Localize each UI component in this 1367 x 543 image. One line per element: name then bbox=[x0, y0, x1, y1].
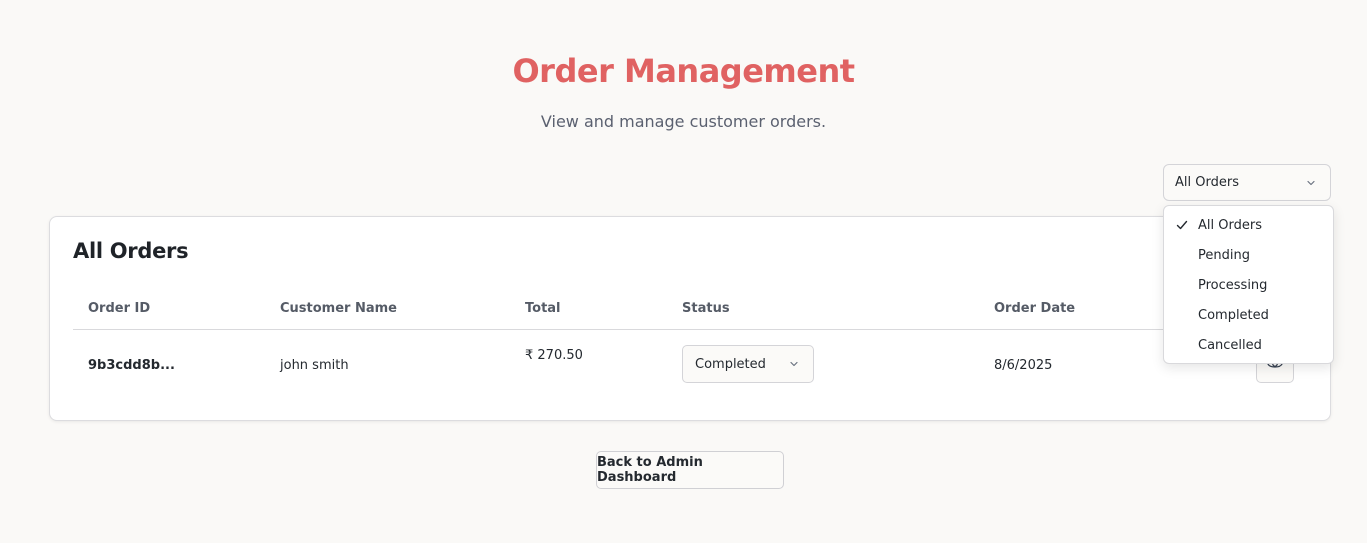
order-filter-select[interactable]: All Orders bbox=[1163, 164, 1331, 201]
table-row: 9b3cdd8b... john smith ₹ 270.50 Complete… bbox=[73, 330, 1309, 400]
filter-option-label: Completed bbox=[1198, 307, 1269, 323]
filter-option-label: Processing bbox=[1198, 277, 1268, 293]
filter-option-completed[interactable]: Completed bbox=[1164, 300, 1333, 330]
check-icon bbox=[1176, 220, 1188, 230]
column-header-order-id: Order ID bbox=[88, 301, 151, 316]
order-date-cell: 8/6/2025 bbox=[994, 358, 1053, 373]
order-filter-dropdown: All Orders Pending Processing Completed … bbox=[1163, 205, 1334, 364]
column-header-total: Total bbox=[525, 301, 561, 316]
filter-option-all-orders[interactable]: All Orders bbox=[1164, 210, 1333, 240]
orders-card: All Orders Order ID Customer Name Total … bbox=[49, 216, 1331, 421]
back-to-dashboard-button[interactable]: Back to Admin Dashboard bbox=[596, 451, 784, 489]
total-cell: ₹ 270.50 bbox=[525, 348, 583, 363]
order-filter-value: All Orders bbox=[1175, 175, 1239, 190]
filter-option-label: Cancelled bbox=[1198, 337, 1262, 353]
column-header-order-date: Order Date bbox=[994, 301, 1076, 316]
chevron-down-icon bbox=[790, 361, 798, 367]
filter-option-label: All Orders bbox=[1198, 217, 1262, 233]
filter-option-processing[interactable]: Processing bbox=[1164, 270, 1333, 300]
card-title: All Orders bbox=[73, 239, 189, 263]
order-id-cell: 9b3cdd8b... bbox=[88, 358, 175, 373]
chevron-down-icon bbox=[1307, 180, 1315, 185]
column-header-customer-name: Customer Name bbox=[280, 301, 397, 316]
page-subtitle: View and manage customer orders. bbox=[540, 112, 827, 131]
order-status-value: Completed bbox=[695, 356, 766, 372]
page-title: Order Management bbox=[512, 52, 855, 90]
filter-option-pending[interactable]: Pending bbox=[1164, 240, 1333, 270]
column-header-status: Status bbox=[682, 301, 730, 316]
customer-name-cell: john smith bbox=[280, 358, 349, 373]
table-header: Order ID Customer Name Total Status Orde… bbox=[73, 287, 1309, 330]
filter-option-cancelled[interactable]: Cancelled bbox=[1164, 330, 1333, 360]
filter-option-label: Pending bbox=[1198, 247, 1250, 263]
order-status-select[interactable]: Completed bbox=[682, 345, 814, 383]
